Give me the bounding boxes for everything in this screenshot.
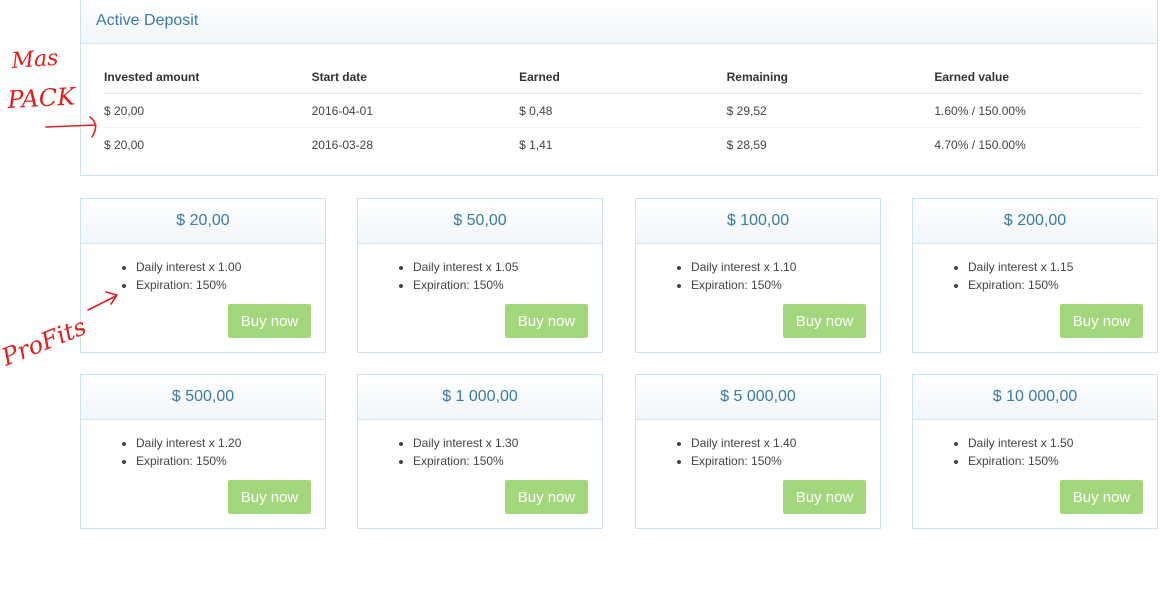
note-mas: Mas xyxy=(10,46,60,74)
note-profits: ProFits xyxy=(0,313,90,372)
pack-features: Daily interest x 1.50 Expiration: 150% xyxy=(913,434,1073,470)
panel-header: Active Deposit xyxy=(81,0,1157,44)
column-header-earned: Earned xyxy=(519,60,727,94)
pack-card: $ 1 000,00 Daily interest x 1.30 Expirat… xyxy=(357,374,603,529)
cell-earned-value: 4.70% / 150.00% xyxy=(934,137,1026,152)
buy-now-button[interactable]: Buy now xyxy=(783,304,866,338)
pack-daily-interest: Daily interest x 1.40 xyxy=(691,434,796,452)
cell-start-date: 2016-04-01 xyxy=(311,93,520,128)
buy-now-button[interactable]: Buy now xyxy=(783,480,866,514)
pack-daily-interest: Daily interest x 1.00 xyxy=(136,258,241,276)
deposit-table: Invested amount Start date Earned Remain… xyxy=(104,60,1142,161)
cell-earned: $ 1,41 xyxy=(519,137,553,152)
pack-expiration: Expiration: 150% xyxy=(968,276,1073,294)
column-header-remaining: Remaining xyxy=(726,60,935,94)
pack-expiration: Expiration: 150% xyxy=(136,276,241,294)
pack-price: $ 500,00 xyxy=(81,375,325,420)
pack-features: Daily interest x 1.20 Expiration: 150% xyxy=(81,434,241,470)
pack-card: $ 5 000,00 Daily interest x 1.40 Expirat… xyxy=(635,374,881,529)
buy-now-button[interactable]: Buy now xyxy=(228,480,311,514)
buy-now-button[interactable]: Buy now xyxy=(1060,304,1143,338)
note-pack: PACK xyxy=(6,82,78,114)
pack-daily-interest: Daily interest x 1.30 xyxy=(413,434,518,452)
pack-card: $ 50,00 Daily interest x 1.05 Expiration… xyxy=(357,198,603,353)
pack-price: $ 1 000,00 xyxy=(358,375,602,420)
pack-daily-interest: Daily interest x 1.20 xyxy=(136,434,241,452)
pack-card: $ 200,00 Daily interest x 1.15 Expiratio… xyxy=(912,198,1158,353)
pack-features: Daily interest x 1.10 Expiration: 150% xyxy=(636,258,796,294)
pack-expiration: Expiration: 150% xyxy=(968,452,1073,470)
buy-now-button[interactable]: Buy now xyxy=(1060,480,1143,514)
column-header-earned-value: Earned value xyxy=(934,60,1142,94)
buy-now-button[interactable]: Buy now xyxy=(505,304,588,338)
pack-daily-interest: Daily interest x 1.10 xyxy=(691,258,796,276)
handwritten-annotations: Mas PACK ProFits xyxy=(0,46,118,372)
table-row: $ 20,00 2016-03-28 $ 1,41 $ 28,59 4.70% … xyxy=(104,128,1142,162)
pack-features: Daily interest x 1.40 Expiration: 150% xyxy=(636,434,796,470)
cell-remaining: $ 28,59 xyxy=(726,137,767,152)
pack-price: $ 200,00 xyxy=(913,199,1157,244)
column-header-start-date: Start date xyxy=(311,60,520,94)
pack-price: $ 50,00 xyxy=(358,199,602,244)
buy-now-button[interactable]: Buy now xyxy=(228,304,311,338)
pack-card: $ 10 000,00 Daily interest x 1.50 Expira… xyxy=(912,374,1158,529)
cell-start-date: 2016-03-28 xyxy=(311,137,374,152)
pack-expiration: Expiration: 150% xyxy=(413,276,518,294)
pack-expiration: Expiration: 150% xyxy=(691,276,796,294)
pack-price: $ 5 000,00 xyxy=(636,375,880,420)
pack-features: Daily interest x 1.15 Expiration: 150% xyxy=(913,258,1073,294)
pack-card: $ 500,00 Daily interest x 1.20 Expiratio… xyxy=(80,374,326,529)
pack-card: $ 100,00 Daily interest x 1.10 Expiratio… xyxy=(635,198,881,353)
table-header-row: Invested amount Start date Earned Remain… xyxy=(104,60,1142,94)
pack-features: Daily interest x 1.05 Expiration: 150% xyxy=(358,258,518,294)
pack-expiration: Expiration: 150% xyxy=(691,452,796,470)
pack-daily-interest: Daily interest x 1.50 xyxy=(968,434,1073,452)
pack-daily-interest: Daily interest x 1.05 xyxy=(413,258,518,276)
pack-features: Daily interest x 1.30 Expiration: 150% xyxy=(358,434,518,470)
cell-earned: $ 0,48 xyxy=(519,93,727,128)
buy-now-button[interactable]: Buy now xyxy=(505,480,588,514)
active-deposit-panel: Active Deposit Invested amount Start dat… xyxy=(80,0,1158,176)
pack-expiration: Expiration: 150% xyxy=(136,452,241,470)
arrow-head xyxy=(89,116,97,138)
pack-expiration: Expiration: 150% xyxy=(413,452,518,470)
pack-price: $ 100,00 xyxy=(636,199,880,244)
arrow-line xyxy=(45,124,97,128)
pack-daily-interest: Daily interest x 1.15 xyxy=(968,258,1073,276)
pack-price: $ 10 000,00 xyxy=(913,375,1157,420)
cell-earned-value: 1.60% / 150.00% xyxy=(934,93,1142,128)
cell-remaining: $ 29,52 xyxy=(726,93,935,128)
table-row: $ 20,00 2016-04-01 $ 0,48 $ 29,52 1.60% … xyxy=(104,93,1142,128)
